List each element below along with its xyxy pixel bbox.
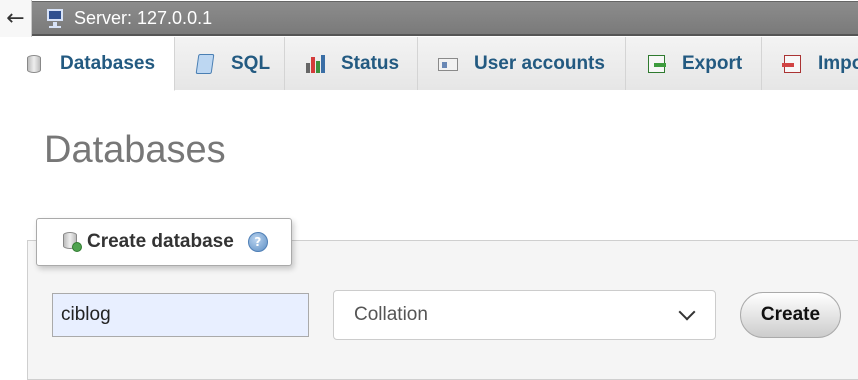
export-icon xyxy=(644,52,668,76)
tab-label: Impo xyxy=(818,52,858,74)
tab-label: Databases xyxy=(60,52,156,74)
page-title: Databases xyxy=(44,129,226,171)
status-chart-icon xyxy=(303,52,327,76)
create-button[interactable]: Create xyxy=(740,292,841,338)
server-breadcrumb[interactable]: Server: 127.0.0.1 xyxy=(32,1,858,36)
main-tabs: Databases SQL Status User accounts Expor… xyxy=(0,37,858,91)
tab-import[interactable]: Impo xyxy=(762,37,858,90)
collation-label: Collation xyxy=(354,304,428,325)
create-database-legend: Create database ? xyxy=(36,218,292,266)
collation-select[interactable]: Collation xyxy=(333,290,716,340)
tab-label: SQL xyxy=(231,52,271,74)
database-icon xyxy=(22,52,46,76)
top-bar: ← Server: 127.0.0.1 xyxy=(0,0,858,37)
create-database-label: Create database xyxy=(87,231,234,252)
sql-scroll-icon xyxy=(193,52,217,76)
tab-export[interactable]: Export xyxy=(626,37,762,90)
server-monitor-icon xyxy=(44,6,68,30)
server-title[interactable]: Server: 127.0.0.1 xyxy=(74,8,212,29)
help-icon[interactable]: ? xyxy=(247,232,268,252)
back-arrow-button[interactable]: ← xyxy=(0,0,32,37)
database-add-icon xyxy=(61,231,82,253)
tab-label: Status xyxy=(341,52,400,74)
chevron-down-icon xyxy=(678,303,696,321)
tab-sql[interactable]: SQL xyxy=(175,37,285,90)
tab-label: Export xyxy=(682,52,743,74)
import-icon xyxy=(780,52,804,76)
user-card-icon xyxy=(436,52,460,76)
tab-databases[interactable]: Databases xyxy=(0,37,175,91)
tab-status[interactable]: Status xyxy=(285,37,418,90)
database-name-input[interactable] xyxy=(52,293,309,337)
tab-user-accounts[interactable]: User accounts xyxy=(418,37,626,90)
tab-label: User accounts xyxy=(474,52,605,74)
